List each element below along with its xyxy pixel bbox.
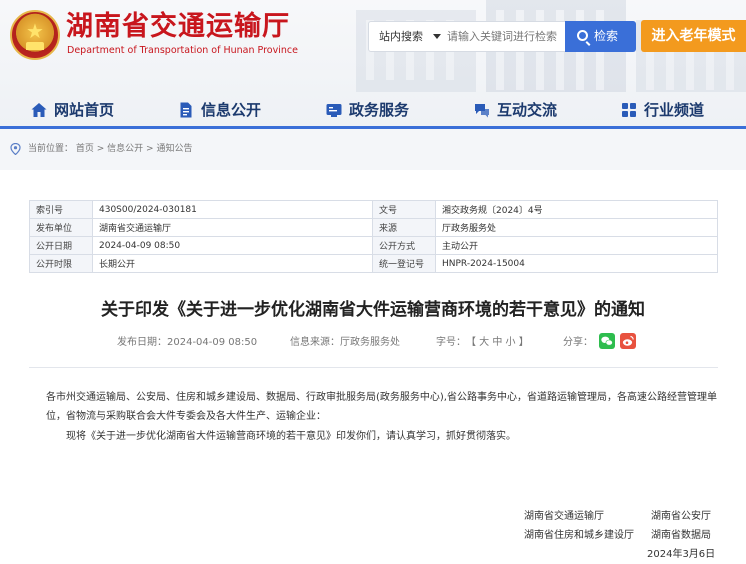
article-paragraph: 现将《关于进一步优化湖南省大件运输营商环境的若干意见》印发你们，请认真学习，抓好… xyxy=(66,431,516,442)
home-icon xyxy=(31,103,47,117)
meta-key: 公开方式 xyxy=(372,236,436,255)
wechat-share-icon[interactable] xyxy=(599,333,615,349)
meta-key: 发布单位 xyxy=(29,218,93,237)
meta-key: 公开时限 xyxy=(29,254,93,273)
service-icon xyxy=(326,104,342,117)
meta-value: 湘交政务规〔2024〕4号 xyxy=(435,200,718,219)
search-box: 站内搜索 检索 xyxy=(368,21,636,52)
location-pin-icon xyxy=(10,143,21,155)
meta-key: 文号 xyxy=(372,200,436,219)
meta-value: 湖南省交通运输厅 xyxy=(92,218,373,237)
publish-date: 发布日期：2024-04-09 08:50 xyxy=(117,337,258,348)
search-input[interactable] xyxy=(447,26,557,47)
meta-value: 长期公开 xyxy=(92,254,373,273)
search-scope-select[interactable]: 站内搜索 xyxy=(379,22,423,51)
meta-value: 2024-04-09 08:50 xyxy=(92,236,373,255)
signatory: 湖南省交通运输厅 xyxy=(524,511,604,522)
search-button[interactable]: 检索 xyxy=(565,21,636,52)
meta-key: 公开日期 xyxy=(29,236,93,255)
meta-value: 主动公开 xyxy=(435,236,718,255)
share-label: 分享： xyxy=(563,337,593,348)
content-panel: 索引号 430S00/2024-030181 文号 湘交政务规〔2024〕4号 发布单位… xyxy=(0,170,746,564)
search-icon xyxy=(577,30,588,41)
elder-mode-button[interactable]: 进入老年模式 xyxy=(641,20,746,52)
meta-key: 统一登记号 xyxy=(372,254,436,273)
chevron-down-icon[interactable] xyxy=(433,34,441,39)
signatory: 湖南省数据局 xyxy=(651,530,711,541)
font-size-switcher[interactable]: 【 大 中 小 】 xyxy=(466,336,529,350)
content-divider xyxy=(29,367,718,368)
weibo-share-icon[interactable] xyxy=(620,333,636,349)
site-header: ★ 湖南省交通运输厅 Department of Transportation … xyxy=(0,0,746,128)
breadcrumb-label: 当前位置： xyxy=(28,144,74,154)
meta-row: 公开时限 长期公开 统一登记号 HNPR-2024-15004 xyxy=(29,254,718,273)
article-paragraph: 各市州交通运输局、公安局、住房和城乡建设局、数据局、行政审批服务局(政务服务中心… xyxy=(46,392,717,403)
meta-row: 公开日期 2024-04-09 08:50 公开方式 主动公开 xyxy=(29,236,718,255)
chat-icon xyxy=(475,104,489,118)
document-icon xyxy=(180,102,192,118)
font-size-label: 字号： xyxy=(436,337,466,348)
meta-value: 厅政务服务处 xyxy=(435,218,718,237)
meta-row: 发布单位 湖南省交通运输厅 来源 厅政务服务处 xyxy=(29,218,718,237)
breadcrumb-notices[interactable]: 通知公告 xyxy=(156,144,192,154)
info-source: 信息来源：厅政务服务处 xyxy=(290,337,400,348)
grid-icon xyxy=(622,103,636,117)
signatory: 湖南省住房和城乡建设厅 xyxy=(524,530,634,541)
document-meta-table: 索引号 430S00/2024-030181 文号 湘交政务规〔2024〕4号 发布单位… xyxy=(29,200,718,273)
meta-key: 索引号 xyxy=(29,200,93,219)
signatory: 湖南省公安厅 xyxy=(651,511,711,522)
breadcrumb-home[interactable]: 首页 xyxy=(76,144,94,154)
site-subtitle: Department of Transportation of Hunan Pr… xyxy=(67,45,298,56)
meta-key: 来源 xyxy=(372,218,436,237)
national-emblem-icon: ★ xyxy=(10,10,60,60)
meta-row: 索引号 430S00/2024-030181 文号 湘交政务规〔2024〕4号 xyxy=(29,200,718,219)
nav-underline xyxy=(0,126,746,129)
meta-value: 430S00/2024-030181 xyxy=(92,200,373,219)
article-paragraph: 位，省物流与采购联合会大件专委会及各大件生产、运输企业： xyxy=(46,411,326,422)
article-title: 关于印发《关于进一步优化湖南省大件运输营商环境的若干意见》的通知 xyxy=(101,300,645,320)
meta-value: HNPR-2024-15004 xyxy=(435,254,718,273)
main-nav: 网站首页 信息公开 政务服务 互动交流 行业频道 xyxy=(0,92,746,128)
site-title[interactable]: 湖南省交通运输厅 xyxy=(66,10,290,44)
sign-date: 2024年3月6日 xyxy=(647,549,716,560)
breadcrumb-info-disclosure[interactable]: 信息公开 xyxy=(107,144,143,154)
